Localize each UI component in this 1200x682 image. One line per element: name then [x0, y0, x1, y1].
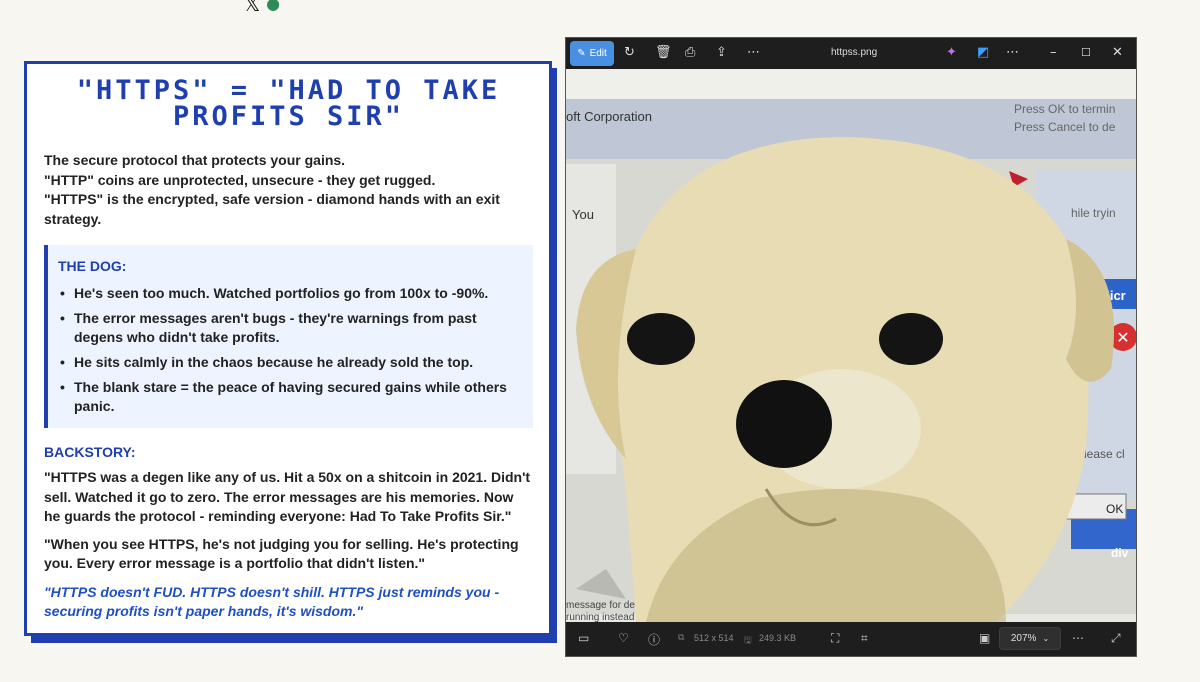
more-options-icon[interactable]: ⋯: [1072, 631, 1084, 645]
x-logo-icon: 𝕏: [244, 0, 261, 12]
fit-icon[interactable]: ⛶: [831, 631, 839, 646]
share-icon[interactable]: ⇪: [716, 44, 727, 62]
image-text: message for deta: [566, 600, 644, 611]
dog-heading: THE DOG:: [58, 258, 127, 274]
scan-icon[interactable]: ⌗: [861, 631, 868, 646]
dog-list: He's seen too much. Watched portfolios g…: [58, 284, 519, 416]
image-canvas[interactable]: ✕ oft Corporation Press OK to termin Pre…: [566, 69, 1136, 622]
dog-list-item: He sits calmly in the chaos because he a…: [58, 353, 519, 372]
zoom-value: 207%: [1010, 633, 1037, 644]
dog-section: THE DOG: He's seen too much. Watched por…: [44, 245, 533, 428]
print-icon[interactable]: ⎙: [685, 44, 695, 62]
dimensions-icon: ⧉: [678, 633, 685, 643]
photo-viewer-window: ✎ Edit ↻ 🗑 ⎙ ⇪ ⋯ httpss.png ✦ ◩ ⋯ – ☐ ✕ …: [566, 38, 1136, 656]
intro-line: "HTTPS" is the encrypted, safe version -…: [44, 191, 500, 227]
expand-icon[interactable]: ⤢: [1111, 631, 1121, 646]
dog-list-item: The blank stare = the peace of having se…: [58, 378, 519, 416]
edit-label: Edit: [589, 48, 607, 59]
full-screen-icon[interactable]: ▣: [979, 631, 990, 645]
meme-card: "HTTPS" = "HAD TO TAKE PROFITS SIR" The …: [24, 61, 552, 636]
image-text: You: [572, 207, 594, 222]
maximize-icon[interactable]: ☐: [1081, 44, 1091, 62]
window-title: httpss.png: [831, 47, 878, 58]
designer-icon[interactable]: ◩: [977, 44, 989, 62]
more-icon[interactable]: ⋯: [1006, 44, 1019, 62]
image-text: Press Cancel to de: [1014, 120, 1116, 134]
green-badge-icon: ●: [266, 0, 281, 12]
image-text: OK: [1106, 502, 1123, 516]
card-title: "HTTPS" = "HAD TO TAKE PROFITS SIR": [76, 75, 501, 132]
rotate-icon[interactable]: ↻: [624, 44, 635, 62]
image-text: hile tryin: [1071, 206, 1116, 220]
backstory-paragraph: "When you see HTTPS, he's not judging yo…: [44, 535, 519, 572]
edit-button[interactable]: ✎ Edit: [570, 41, 614, 66]
backstory-paragraph: "HTTPS was a degen like any of us. Hit a…: [44, 469, 531, 524]
intro-line: "HTTP" coins are unprotected, unsecure -…: [44, 171, 436, 188]
filesize-icon: 🖫: [744, 636, 752, 646]
more-options-icon[interactable]: ⋯: [747, 44, 760, 62]
image-text: running instead: [566, 612, 634, 622]
closing-quote: "HTTPS doesn't FUD. HTTPS doesn't shill.…: [44, 583, 500, 620]
close-icon[interactable]: ✕: [1112, 44, 1123, 62]
file-size: 249.3 KB: [759, 633, 797, 643]
card-intro: The secure protocol that protects your g…: [44, 151, 533, 229]
copilot-icon[interactable]: ✦: [946, 44, 957, 62]
top-cutoff-icons: 𝕏 ●: [244, 0, 280, 12]
edit-icon: ✎: [577, 48, 586, 59]
dog-list-item: He's seen too much. Watched portfolios g…: [58, 284, 519, 303]
bottom-bar: ▭ ♡ ⓘ ⧉ 512 x 514 🖫 249.3 KB ⛶ ⌗ ▣ 207% …: [566, 622, 1136, 656]
title-bar: ✎ Edit ↻ 🗑 ⎙ ⇪ ⋯ httpss.png ✦ ◩ ⋯ – ☐ ✕: [566, 38, 1136, 69]
image-text: oft Corporation: [566, 109, 652, 124]
image-dimensions: 512 x 514: [694, 633, 734, 643]
delete-icon[interactable]: 🗑: [655, 44, 672, 62]
minimize-icon[interactable]: –: [1050, 44, 1057, 62]
zoom-dropdown[interactable]: 207% ⌄: [999, 627, 1061, 650]
intro-line: The secure protocol that protects your g…: [44, 152, 346, 168]
image-text: Press OK to termin: [1014, 102, 1115, 116]
chevron-down-icon: ⌄: [1042, 634, 1050, 643]
info-icon[interactable]: ⓘ: [648, 631, 660, 648]
backstory-heading: BACKSTORY:: [44, 444, 136, 460]
filmstrip-icon[interactable]: ▭: [578, 631, 589, 645]
favorite-icon[interactable]: ♡: [618, 631, 629, 645]
dog-list-item: The error messages aren't bugs - they're…: [58, 309, 519, 347]
dog-meme-image: ✕ oft Corporation Press OK to termin Pre…: [566, 69, 1136, 622]
svg-text:✕: ✕: [1116, 328, 1129, 347]
image-text: div: [1111, 546, 1129, 560]
